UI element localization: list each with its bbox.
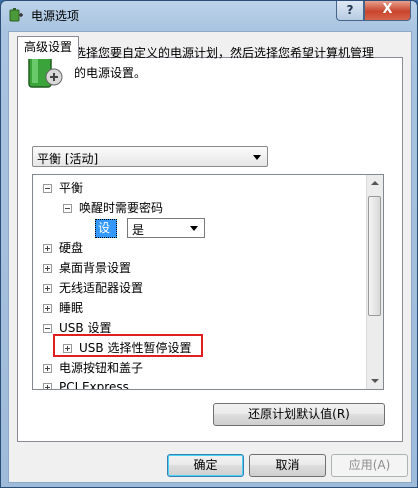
collapse-icon[interactable] bbox=[43, 184, 52, 193]
expand-icon[interactable] bbox=[43, 284, 52, 293]
ok-button[interactable]: 确定 bbox=[167, 454, 244, 477]
tree-item-label: PCI Express bbox=[59, 380, 129, 390]
tree-item-label: 桌面背景设置 bbox=[59, 261, 132, 275]
expand-icon[interactable] bbox=[63, 344, 72, 353]
expand-icon[interactable] bbox=[43, 304, 52, 313]
title-bar[interactable]: 电源选项 ? X bbox=[1, 1, 417, 29]
tab-advanced-settings[interactable]: 高级设置 bbox=[17, 36, 80, 59]
tree-item-label: 无线适配器设置 bbox=[59, 281, 144, 295]
power-options-dialog: 电源选项 ? X 高级设置 选择您要自定义的电源计划，然后选择您希望计算机管理的… bbox=[0, 0, 418, 488]
apply-button[interactable]: 应用(A) bbox=[331, 454, 408, 477]
expand-icon[interactable] bbox=[43, 244, 52, 253]
scroll-thumb[interactable] bbox=[368, 196, 381, 316]
expand-icon[interactable] bbox=[43, 264, 52, 273]
power-options-icon bbox=[9, 8, 23, 22]
close-button[interactable]: X bbox=[364, 1, 411, 21]
collapse-icon[interactable] bbox=[43, 324, 52, 333]
scroll-up-icon[interactable] bbox=[371, 181, 379, 185]
restore-defaults-button[interactable]: 还原计划默认值(R) bbox=[213, 403, 385, 426]
tree-item-label: 睡眠 bbox=[59, 301, 84, 315]
collapse-icon[interactable] bbox=[63, 204, 72, 213]
chevron-down-icon bbox=[190, 226, 198, 231]
cancel-button[interactable]: 取消 bbox=[249, 454, 326, 477]
help-button[interactable]: ? bbox=[336, 1, 364, 21]
power-plan-value: 平衡 [活动] bbox=[37, 152, 99, 166]
setting-value: 是 bbox=[132, 223, 145, 237]
tree-item-label: 平衡 bbox=[59, 181, 84, 195]
expand-icon[interactable] bbox=[43, 364, 52, 373]
tree-item-label: USB 选择性暂停设置 bbox=[79, 341, 192, 355]
tree-item-label: 硬盘 bbox=[59, 241, 84, 255]
tree-item-label: USB 设置 bbox=[59, 321, 112, 335]
chevron-down-icon bbox=[253, 155, 261, 160]
scroll-down-icon[interactable] bbox=[371, 379, 379, 383]
expand-icon[interactable] bbox=[43, 383, 52, 389]
tree-item-label: 电源按钮和盖子 bbox=[59, 361, 144, 375]
vertical-scrollbar[interactable] bbox=[366, 175, 383, 389]
power-plan-select[interactable]: 平衡 [活动] bbox=[32, 146, 268, 167]
setting-value-select[interactable]: 是 bbox=[127, 218, 205, 238]
tree-item-label: 唤醒时需要密码 bbox=[79, 201, 164, 215]
window-title: 电源选项 bbox=[31, 9, 80, 23]
settings-tree[interactable]: 平衡 唤醒时需要密码 设置: 是 硬盘 桌面背景设置 无线适配器设置 睡眠 US… bbox=[32, 174, 384, 390]
description-text: 选择您要自定义的电源计划，然后选择您希望计算机管理的电源设置。 bbox=[74, 46, 375, 80]
setting-label: 设置: bbox=[95, 219, 118, 252]
